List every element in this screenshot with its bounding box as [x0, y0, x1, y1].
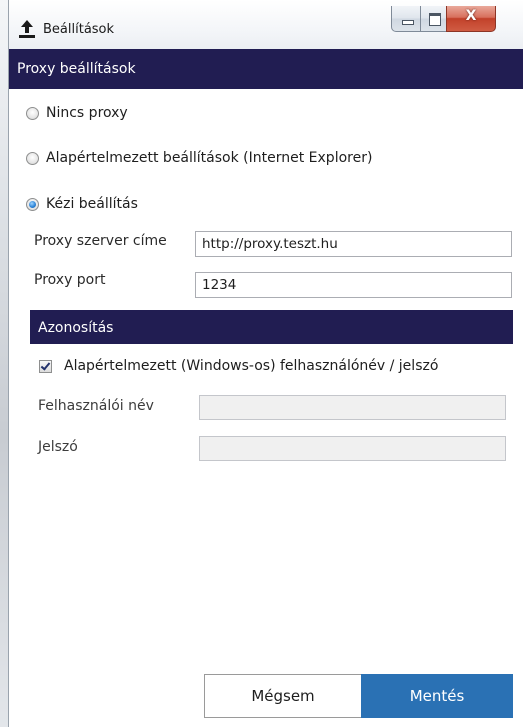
maximize-button[interactable]: [420, 6, 447, 32]
radio-option-default-ie[interactable]: Alapértelmezett beállítások (Internet Ex…: [26, 148, 372, 168]
radio-button[interactable]: [26, 151, 39, 165]
proxy-port-input[interactable]: [195, 272, 512, 298]
proxy-settings-header: Proxy beállítások: [9, 49, 523, 89]
proxy-server-label: Proxy szerver címe: [34, 233, 167, 249]
radio-button-selected[interactable]: [26, 197, 39, 211]
radio-option-no-proxy[interactable]: Nincs proxy: [26, 103, 128, 123]
radio-button[interactable]: [26, 106, 39, 120]
close-button[interactable]: X: [446, 6, 496, 32]
default-credentials-checkbox[interactable]: [39, 359, 52, 373]
desktop-background-strip: [0, 0, 9, 727]
minimize-button[interactable]: [391, 6, 421, 32]
authentication-title: Azonosítás: [38, 320, 114, 336]
username-label: Felhasználói név: [38, 398, 154, 414]
proxy-settings-title: Proxy beállítások: [17, 61, 136, 77]
save-button[interactable]: Mentés: [361, 674, 513, 718]
default-credentials-label: Alapértelmezett (Windows-os) felhasználó…: [64, 358, 439, 374]
radio-label: Alapértelmezett beállítások (Internet Ex…: [46, 150, 373, 166]
checkmark-icon: [40, 359, 51, 371]
password-field[interactable]: [199, 436, 506, 461]
title-bar[interactable]: Beállítások X: [9, 0, 523, 49]
default-credentials-option[interactable]: Alapértelmezett (Windows-os) felhasználó…: [39, 358, 438, 374]
proxy-port-label: Proxy port: [34, 272, 106, 288]
password-label: Jelszó: [38, 439, 78, 455]
upload-arrow-icon: [19, 20, 35, 38]
authentication-header: Azonosítás: [30, 310, 513, 344]
radio-label: Nincs proxy: [46, 105, 128, 121]
radio-option-manual[interactable]: Kézi beállítás: [26, 194, 138, 214]
username-field[interactable]: [199, 395, 506, 420]
window-title: Beállítások: [43, 22, 115, 37]
cancel-button[interactable]: Mégsem: [204, 674, 362, 718]
proxy-server-input[interactable]: [195, 231, 512, 257]
close-icon: X: [465, 8, 477, 24]
radio-label: Kézi beállítás: [46, 196, 138, 212]
